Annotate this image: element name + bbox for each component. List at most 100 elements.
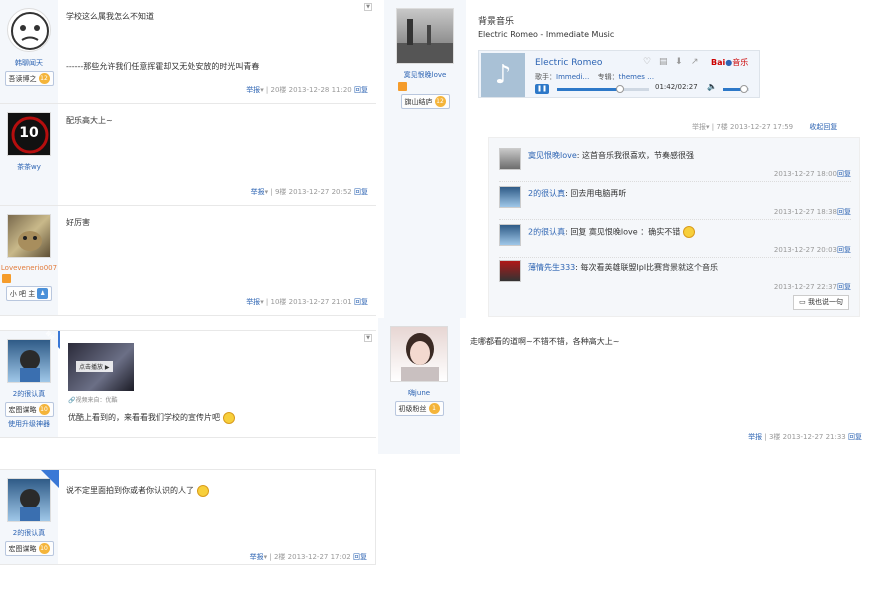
reply-meta: 2013-12-27 18:00回复 [774, 169, 851, 179]
report-link[interactable]: 举报 [692, 123, 706, 131]
username[interactable]: Lovevenerio007 [0, 264, 58, 272]
avatar[interactable] [7, 8, 51, 52]
user-panel: 韩聊闻天 吾读博之 12 [0, 0, 58, 103]
report-link[interactable]: 举报 [246, 298, 260, 306]
download-icon[interactable]: ⬇ [675, 57, 683, 67]
post-floor-10: Lovevenerio007 小 吧 主 ♟ 好厉害 举报▾ | 10楼 2013… [0, 206, 376, 316]
reply-user[interactable]: 薄情先生333 [528, 263, 575, 272]
avatar[interactable]: 10 [7, 112, 51, 156]
reply-link[interactable]: 回复 [354, 298, 368, 306]
report-link[interactable]: 举报 [748, 433, 762, 441]
chevron-down-icon: ▾ [263, 553, 268, 561]
progress-bar[interactable] [557, 85, 649, 93]
post-text: ------那些允许我们任意挥霍却又无处安放的时光叫青春 [66, 62, 260, 71]
say-something-button[interactable]: ▭ 我也说一句 [793, 295, 849, 310]
music-post-tail: 举报▾ | 7楼 2013-12-27 17:59 收起回复 [692, 123, 838, 131]
volume-slider[interactable] [723, 85, 749, 93]
reply-time: 2013-12-27 22:37 [773, 283, 837, 291]
avatar[interactable] [7, 339, 51, 383]
baidu-music-logo: Bai●音乐 [711, 57, 748, 68]
post-content: 好厉害 [66, 216, 90, 230]
member-badge[interactable]: 旗山结庐 12 [400, 94, 450, 109]
video-source: 🔗视频来自：优酷 [68, 395, 118, 404]
share-icon[interactable]: ↗ [691, 57, 699, 67]
member-badge[interactable]: 宏图谋略 10 [4, 402, 54, 417]
album-name[interactable]: themes … [619, 73, 655, 81]
report-link[interactable]: 举报 [250, 553, 264, 561]
chevron-down-icon: ▾ [260, 86, 264, 94]
reply-link[interactable]: 回复 [837, 170, 851, 178]
reply-avatar[interactable] [499, 224, 521, 246]
dropdown-icon[interactable]: ▼ [364, 3, 372, 11]
heart-icon[interactable]: ♡ [643, 57, 651, 67]
vip-icon [398, 82, 407, 91]
floor-number: 10楼 [270, 298, 287, 306]
video-source-label: 视频来自：优酷 [75, 397, 118, 404]
collapse-reply-link[interactable]: 收起回复 [809, 123, 837, 131]
reply-avatar[interactable] [499, 186, 521, 208]
member-badge[interactable]: 初级粉丝 1 [394, 401, 444, 416]
avatar[interactable] [390, 326, 448, 382]
post-tail: 举报 | 3楼 2013-12-27 21:33 回复 [748, 433, 862, 441]
reply-item: 2的很认真: 回去用电脑再听 2013-12-27 18:38回复 [499, 182, 851, 220]
avatar[interactable] [396, 8, 454, 64]
reply-link[interactable]: 回复 [354, 86, 368, 94]
member-badge[interactable]: 宏图谋略 10 [4, 541, 54, 556]
reply-link[interactable]: 回复 [837, 283, 851, 291]
reply-text: 2的很认真: 回复 寞见恨晚love ：确实不错 [528, 226, 695, 238]
member-badge[interactable]: 小 吧 主 ♟ [5, 286, 53, 301]
level-icon: 10 [38, 543, 50, 554]
avatar[interactable] [7, 214, 51, 258]
song-title[interactable]: Electric Romeo [535, 58, 602, 68]
brand-text: Bai [711, 58, 726, 67]
reply-link[interactable]: 回复 [837, 208, 851, 216]
report-link[interactable]: 举报 [246, 86, 260, 94]
chevron-down-icon: ▾ [264, 188, 269, 196]
username[interactable]: 2的很认真 [0, 528, 58, 538]
reply-link[interactable]: 回复 [354, 188, 368, 196]
username[interactable]: 寞见恨晚love [384, 70, 466, 80]
post-content: 优酷上看到的，来看看我们学校的宣传片吧 [68, 411, 235, 425]
post-time: 2013-12-27 17:02 [287, 553, 351, 561]
badge-label: 小 吧 主 [9, 289, 36, 298]
progress-knob[interactable] [616, 85, 625, 93]
reply-link[interactable]: 回复 [837, 246, 851, 254]
reply-avatar[interactable] [499, 148, 521, 170]
reply-body: 每次看英雄联盟lpl比赛背景就这个音乐 [580, 263, 719, 272]
pause-button[interactable]: ❚❚ [535, 84, 549, 94]
volume-icon[interactable]: 🔈 [707, 82, 717, 91]
lyrics-icon[interactable]: ▤ [659, 57, 668, 67]
reply-time: 2013-12-27 18:38 [773, 208, 837, 216]
member-badge[interactable]: 吾读博之 12 [4, 71, 54, 86]
post-text: 配乐高大上~ [66, 116, 113, 125]
reply-user[interactable]: 寞见恨晚love [528, 151, 577, 160]
post-time: 2013-12-27 21:01 [288, 298, 352, 306]
reply-user[interactable]: 2的很认真 [528, 228, 565, 237]
reply-text: 2的很认真: 回去用电脑再听 [528, 189, 627, 198]
reply-user[interactable]: 2的很认真 [528, 189, 565, 198]
reply-link[interactable]: 回复 [353, 553, 367, 561]
username[interactable]: 嗨june [378, 388, 460, 398]
post-video: 2的很认真 宏图谋略 10 使用升级神器 最佳 ▼ 点击播放 ▶ 🔗视频来自：优酷… [0, 330, 376, 438]
report-link[interactable]: 举报 [251, 188, 265, 196]
badge-label: 吾读博之 [8, 74, 37, 83]
video-play-button[interactable]: 点击播放 ▶ [76, 361, 113, 372]
smiley-icon [196, 484, 209, 497]
user-panel: 10 茶茶wy [0, 104, 58, 205]
music-player: ♪ Electric Romeo ♡ ▤ ⬇ ↗ Bai●音乐 歌手：Immed… [478, 50, 760, 98]
volume-knob[interactable] [739, 85, 748, 93]
username[interactable]: 2的很认真 [0, 389, 58, 399]
username[interactable]: 茶茶wy [0, 162, 58, 172]
username[interactable]: 韩聊闻天 [0, 58, 58, 68]
moderator-icon: ♟ [37, 288, 49, 299]
video-thumbnail[interactable]: 点击播放 ▶ [68, 343, 134, 391]
reply-link[interactable]: 回复 [848, 433, 862, 441]
reply-avatar[interactable] [499, 260, 521, 282]
dropdown-icon[interactable]: ▼ [364, 334, 372, 342]
post-floor-2: 2的很认真 宏图谋略 10 最佳 说不定里面拍到你或者你认识的人了 举报▾ | 2… [0, 469, 376, 565]
post-content: 配乐高大上~ [66, 114, 113, 128]
singer-name[interactable]: Immedi… [556, 73, 589, 81]
upgrade-link[interactable]: 使用升级神器 [0, 419, 58, 429]
reply-text: 寞见恨晚love: 这首音乐我很喜欢，节奏感很强 [528, 151, 695, 160]
badge-label: 旗山结庐 [404, 97, 433, 106]
